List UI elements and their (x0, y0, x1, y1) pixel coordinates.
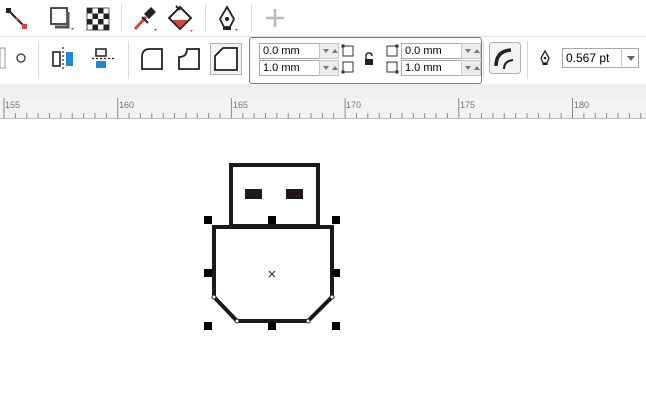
top-toolbar (0, 0, 646, 37)
toolbar-separator (483, 41, 484, 79)
toolbar-separator (205, 4, 206, 32)
add-tool-icon[interactable] (264, 7, 286, 29)
ruler-label: 155 (5, 100, 21, 110)
chamfer-corner-icon[interactable] (210, 43, 242, 75)
connector-tool-icon[interactable] (4, 6, 30, 32)
toolbar-separator (251, 4, 252, 32)
ruler-label: 160 (119, 100, 135, 110)
ruler-label: 180 (574, 100, 590, 110)
transparency-icon[interactable] (86, 6, 112, 32)
corner-settings-highlight (249, 37, 482, 84)
toolbar-separator (527, 41, 528, 79)
eyedropper-icon[interactable] (132, 5, 158, 33)
round-corner-icon[interactable] (138, 45, 166, 73)
toolbar-gap (0, 84, 646, 98)
ruler-label: 165 (233, 100, 249, 110)
pen-outline-icon[interactable] (216, 5, 240, 33)
ruler-ticks (3, 98, 642, 118)
chamfered-body-shape[interactable] (212, 225, 334, 323)
corner-nodes[interactable] (211, 294, 335, 324)
toolbar-separator (128, 41, 129, 79)
usb-slot-right (286, 189, 303, 199)
ruler-label: 175 (460, 100, 476, 110)
outline-width-dropdown-button[interactable] (621, 48, 640, 68)
horizontal-ruler[interactable]: 155 160 165 170 175 180 (0, 98, 646, 119)
toolbar-separator (38, 41, 39, 79)
ruler-label: 170 (346, 100, 362, 110)
mirror-horizontal-icon[interactable] (50, 45, 78, 73)
usb-slot-left (245, 189, 262, 199)
drop-shadow-icon[interactable] (48, 6, 76, 32)
scalloped-corner-icon[interactable] (175, 45, 203, 73)
interactive-fill-icon[interactable] (167, 4, 195, 34)
toolbar-separator (121, 4, 122, 32)
scale-stroke-icon[interactable] (0, 46, 8, 70)
relative-corner-scaling-icon[interactable] (489, 42, 521, 74)
node-circle-icon[interactable] (14, 51, 28, 65)
outline-pen-icon (538, 50, 552, 68)
selection-center-marker (268, 270, 276, 278)
mirror-vertical-icon[interactable] (90, 45, 118, 73)
selection-handles[interactable] (204, 216, 340, 330)
outline-width-value: 0.567 pt (566, 51, 610, 65)
drawing-canvas[interactable] (0, 119, 646, 416)
